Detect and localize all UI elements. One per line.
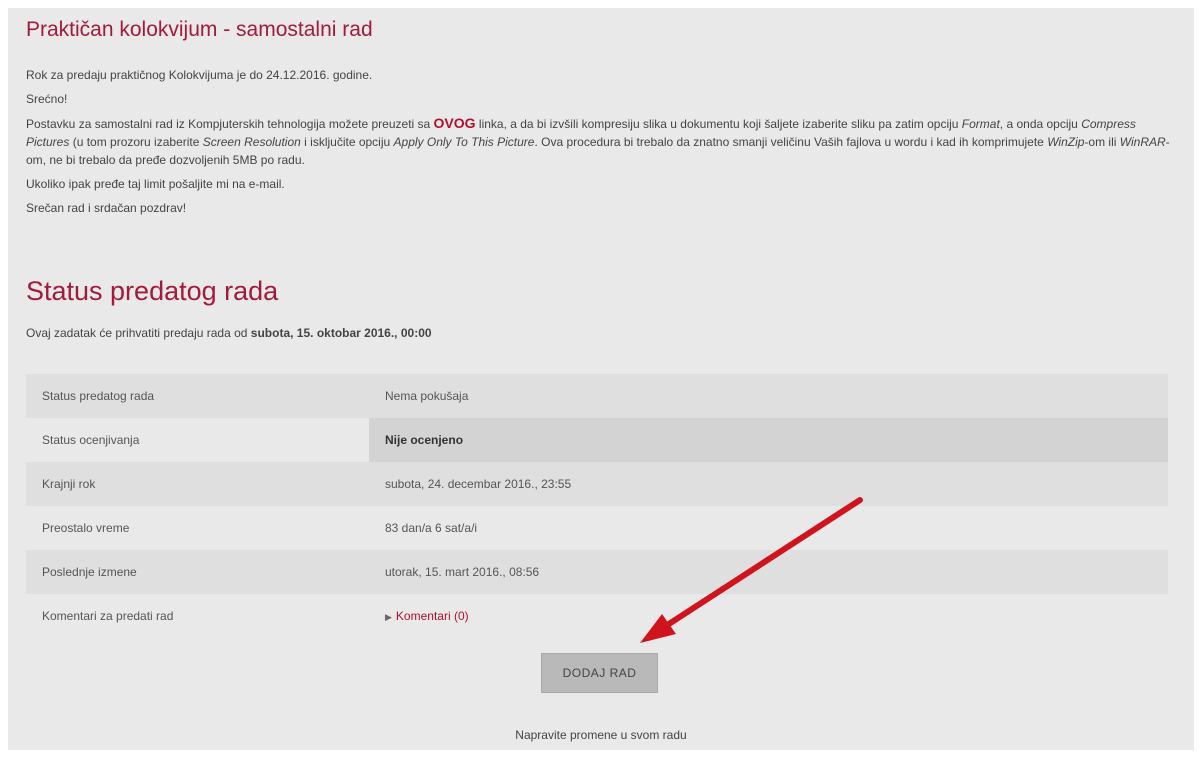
arrow-annotation-icon [640,497,863,643]
